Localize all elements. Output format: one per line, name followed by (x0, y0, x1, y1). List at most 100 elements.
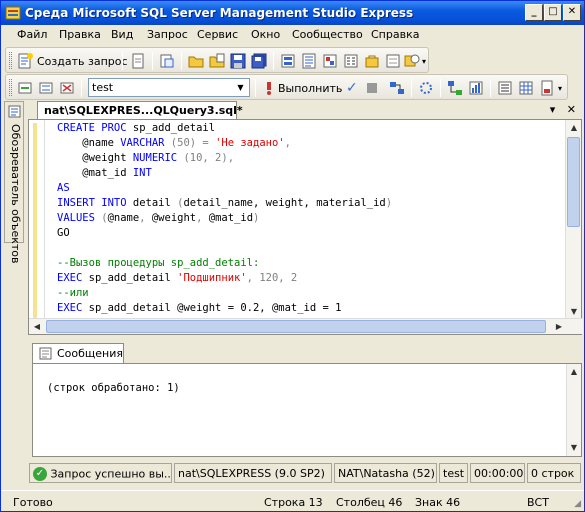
include-plan-icon[interactable] (447, 80, 463, 96)
results-to-text-icon[interactable] (497, 80, 513, 96)
code-token: , (284, 137, 291, 149)
menu-tools[interactable]: Сервис (197, 28, 238, 41)
code-line[interactable]: AS (57, 181, 392, 196)
tab-messages[interactable]: Сообщения (32, 343, 124, 363)
toolbar-separator (411, 79, 412, 97)
object-explorer-icon[interactable] (301, 53, 317, 69)
disconnect-icon[interactable] (59, 80, 75, 96)
code-line[interactable] (57, 241, 392, 256)
menu-help[interactable]: Справка (371, 28, 419, 41)
menu-community[interactable]: Сообщество (292, 28, 363, 41)
execute-button[interactable]: Выполнить (278, 82, 342, 95)
save-all-icon[interactable] (251, 53, 267, 69)
query-result-text: Запрос успешно вы... (50, 467, 172, 481)
save-icon[interactable] (230, 53, 246, 69)
code-token: @mat_id (57, 167, 133, 179)
parse-check-icon[interactable]: ✓ (346, 80, 358, 96)
code-token: @name (57, 137, 121, 149)
code-line[interactable]: --Вызов процедуры sp_add_detail: (57, 256, 392, 271)
toolbox-icon[interactable] (364, 53, 380, 69)
open-folder-icon[interactable] (188, 53, 204, 69)
display-plan-icon[interactable] (389, 80, 405, 96)
scroll-up-icon[interactable]: ▲ (566, 120, 582, 136)
open-file-icon[interactable] (209, 53, 225, 69)
code-token: EXEC (57, 272, 83, 284)
menu-view[interactable]: Вид (111, 28, 133, 41)
code-line[interactable]: @name VARCHAR (50) = 'Не задано', (57, 136, 392, 151)
code-line[interactable]: VALUES (@name, @weight, @mat_id) (57, 211, 392, 226)
database-select[interactable]: test ▼ (88, 78, 250, 97)
template-explorer-icon[interactable] (322, 53, 338, 69)
toolbar-grip[interactable] (9, 52, 12, 69)
code-token: NUMERIC (132, 152, 178, 164)
menu-edit[interactable]: Правка (59, 28, 101, 41)
code-line[interactable]: CREATE PROC sp_add_detail (57, 121, 392, 136)
object-explorer-sidetab[interactable]: Обозреватель объектов (4, 101, 24, 264)
window-title: Среда Microsoft SQL Server Management St… (25, 6, 414, 20)
toolbar-overflow-icon[interactable]: ▾ (558, 84, 562, 93)
code-token: INSERT INTO (57, 197, 127, 209)
title-bar[interactable]: Среда Microsoft SQL Server Management St… (1, 1, 584, 25)
scroll-right-icon[interactable]: ▶ (551, 319, 567, 335)
insert-mode-status: ВСТ (527, 496, 549, 509)
results-to-grid-icon[interactable] (518, 80, 534, 96)
editor-vertical-scrollbar[interactable]: ▲ ▼ (565, 120, 581, 320)
registered-servers-icon[interactable] (280, 53, 296, 69)
code-token: @weight = 0.2, @mat_id = 1 (177, 302, 342, 314)
code-line[interactable]: EXEC sp_add_detail @weight = 0.2, @mat_i… (57, 301, 392, 316)
menu-window[interactable]: Окно (251, 28, 280, 41)
code-line[interactable]: --или (57, 286, 392, 301)
toolbar-overflow-icon[interactable]: ▾ (422, 57, 426, 66)
toolbar-grip[interactable] (9, 79, 12, 96)
results-to-file-icon[interactable] (539, 80, 555, 96)
code-line[interactable]: GO (57, 226, 392, 241)
close-document-icon[interactable]: ✕ (567, 103, 576, 116)
maximize-button[interactable]: □ (544, 4, 562, 21)
properties-icon[interactable] (343, 53, 359, 69)
tab-query3[interactable]: nat\SQLEXPRES...QLQuery3.sql* (37, 101, 243, 120)
code-text[interactable]: CREATE PROC sp_add_detail @name VARCHAR … (57, 121, 392, 316)
object-details-icon[interactable] (404, 53, 420, 69)
sql-editor[interactable]: CREATE PROC sp_add_detail @name VARCHAR … (28, 119, 583, 335)
menu-file[interactable]: Файл (17, 28, 47, 41)
code-token: sp_add_detail (82, 302, 178, 314)
new-query-button[interactable]: Создать запрос (37, 55, 128, 68)
new-project-icon[interactable] (159, 53, 175, 69)
ready-status: Готово (13, 496, 53, 509)
code-line[interactable]: @weight NUMERIC (10, 2), (57, 151, 392, 166)
code-line[interactable]: EXEC sp_add_detail 'Подшипник', 120, 2 (57, 271, 392, 286)
code-token: EXEC (57, 302, 83, 314)
changed-lines-marker (33, 123, 37, 319)
menu-query[interactable]: Запрос (147, 28, 188, 41)
code-token: (50) = (164, 137, 216, 149)
app-status-bar: Готово Строка 13 Столбец 46 Знак 46 ВСТ … (1, 490, 584, 511)
scroll-down-icon[interactable]: ▼ (567, 440, 581, 456)
client-stats-icon[interactable] (468, 80, 484, 96)
messages-vertical-scrollbar[interactable]: ▲ ▼ (566, 364, 581, 456)
query-options-icon[interactable] (418, 80, 434, 96)
close-button[interactable]: ✕ (563, 4, 581, 21)
code-line[interactable]: @mat_id INT (57, 166, 392, 181)
document-area: nat\SQLEXPRES...QLQuery3.sql* ▾ ✕ CREATE… (28, 101, 583, 335)
scroll-up-icon[interactable]: ▲ (567, 364, 581, 380)
cancel-query-icon[interactable] (367, 83, 377, 93)
summary-icon[interactable] (385, 53, 401, 69)
server-status: nat\SQLEXPRESS (9.0 SP2) (174, 463, 332, 483)
scrollbar-thumb[interactable] (567, 137, 580, 227)
resize-grip-icon[interactable]: ◢ (574, 499, 581, 509)
toolbar-separator (152, 52, 153, 70)
scrollbar-thumb[interactable] (46, 320, 546, 333)
change-connection-icon[interactable] (38, 80, 54, 96)
code-line[interactable]: INSERT INTO detail (detail_name, weight,… (57, 196, 392, 211)
scroll-left-icon[interactable]: ◀ (29, 319, 45, 335)
connect-icon[interactable] (17, 80, 33, 96)
minimize-button[interactable]: _ (525, 4, 543, 21)
code-token: VALUES (57, 212, 95, 224)
document-list-dropdown-icon[interactable]: ▾ (550, 103, 556, 116)
chevron-down-icon[interactable]: ▼ (233, 80, 248, 95)
ssms-app-icon (5, 6, 21, 20)
line-status: Строка 13 (264, 496, 323, 509)
new-file-icon[interactable] (130, 53, 146, 69)
messages-panel[interactable]: (строк обработано: 1) ▲ ▼ (32, 363, 582, 457)
editor-horizontal-scrollbar[interactable]: ◀ ▶ (29, 318, 583, 334)
